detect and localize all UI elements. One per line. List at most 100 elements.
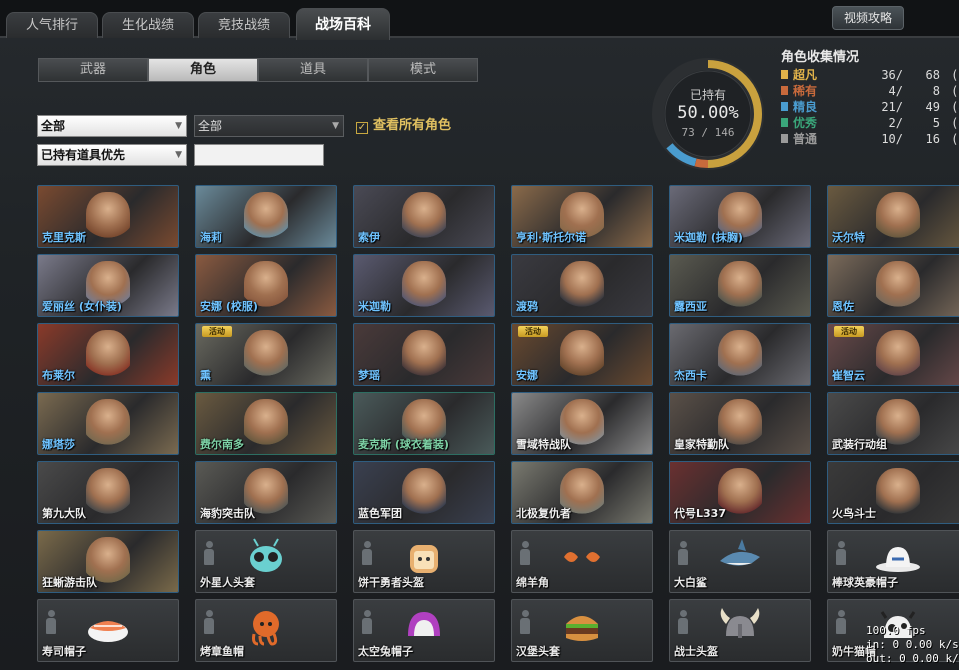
character-card[interactable]: 杰西卡 xyxy=(669,323,811,386)
tab-popularity[interactable]: 人气排行 xyxy=(6,12,98,38)
card-label: 外星人头套 xyxy=(200,576,255,589)
card-label: 娜塔莎 xyxy=(42,438,75,451)
character-portrait xyxy=(86,468,130,516)
total-count: 68 xyxy=(925,68,940,82)
sort-select[interactable]: 已持有道具优先 ▼ xyxy=(37,144,187,166)
subtab-items[interactable]: 道具 xyxy=(258,58,368,82)
card-label: 棒球英豪帽子 xyxy=(832,576,898,589)
character-portrait xyxy=(560,330,604,378)
character-card[interactable]: 安娜 (校服) xyxy=(195,254,337,317)
character-card[interactable]: 火鸟斗士 xyxy=(827,461,959,524)
character-card[interactable]: 代号L337 xyxy=(669,461,811,524)
character-card[interactable]: 第九大队 xyxy=(37,461,179,524)
character-card[interactable]: 麦克斯 (球衣着装) xyxy=(353,392,495,455)
owned-count: 73 / 146 xyxy=(681,126,735,139)
character-card[interactable]: 亨利·斯托尔诺 xyxy=(511,185,653,248)
sushi-icon xyxy=(84,606,132,646)
character-card[interactable]: 布莱尔 xyxy=(37,323,179,386)
search-input[interactable] xyxy=(194,144,324,166)
character-card[interactable]: 北极复仇者 xyxy=(511,461,653,524)
character-card[interactable]: 露西亚 xyxy=(669,254,811,317)
card-label: 北极复仇者 xyxy=(516,507,571,520)
subtab-modes[interactable]: 模式 xyxy=(368,58,478,82)
character-card[interactable]: 寿司帽子 xyxy=(37,599,179,662)
card-label: 火鸟斗士 xyxy=(832,507,876,520)
owned-count: 21/ xyxy=(881,100,903,114)
video-guide-button[interactable]: 视频攻略 xyxy=(832,6,904,30)
event-badge: 活动 xyxy=(834,326,864,337)
character-card[interactable]: 索伊 xyxy=(353,185,495,248)
character-card[interactable]: 太空兔帽子 xyxy=(353,599,495,662)
character-card[interactable]: 烤章鱼帽 xyxy=(195,599,337,662)
card-label: 雪域特战队 xyxy=(516,438,571,451)
character-portrait xyxy=(402,468,446,516)
character-card[interactable]: 克里克斯 xyxy=(37,185,179,248)
character-card[interactable]: 米迦勒 (抹胸) xyxy=(669,185,811,248)
character-card[interactable]: 恩佐 xyxy=(827,254,959,317)
rarity-name: 精良 xyxy=(793,100,818,114)
card-label: 狂蜥游击队 xyxy=(42,576,97,589)
character-card[interactable]: 蓝色军团 xyxy=(353,461,495,524)
card-label: 代号L337 xyxy=(674,507,726,520)
category-select[interactable]: 全部 ▼ xyxy=(37,115,187,137)
octopus-icon xyxy=(242,606,290,646)
rarity-swatch xyxy=(781,86,788,95)
tab-zombie-record[interactable]: 生化战绩 xyxy=(102,12,194,38)
card-label: 布莱尔 xyxy=(42,369,75,382)
character-card[interactable]: 大白鲨 xyxy=(669,530,811,593)
total-count: 5 xyxy=(932,116,940,130)
card-label: 索伊 xyxy=(358,231,380,244)
character-card[interactable]: 外星人头套 xyxy=(195,530,337,593)
subtab-characters[interactable]: 角色 xyxy=(148,58,258,82)
character-card[interactable]: 海莉 xyxy=(195,185,337,248)
person-icon xyxy=(204,610,214,636)
percent: (40% xyxy=(951,116,959,130)
character-card[interactable]: 活动 安娜 xyxy=(511,323,653,386)
event-badge: 活动 xyxy=(518,326,548,337)
bunny-icon xyxy=(400,606,448,646)
rarity-name: 超凡 xyxy=(793,68,818,82)
character-card[interactable]: 娜塔莎 xyxy=(37,392,179,455)
card-label: 战士头盔 xyxy=(674,645,718,658)
character-card[interactable]: 棒球英豪帽子 xyxy=(827,530,959,593)
rarity-select[interactable]: 全部 ▼ xyxy=(194,115,344,137)
character-portrait xyxy=(876,261,920,309)
character-card[interactable]: 皇家特勤队 xyxy=(669,392,811,455)
tab-competitive-record[interactable]: 竞技战绩 xyxy=(198,12,290,38)
character-portrait xyxy=(560,261,604,309)
character-card[interactable]: 米迦勒 xyxy=(353,254,495,317)
owned-count: 2/ xyxy=(888,116,903,130)
tab-encyclopedia[interactable]: 战场百科 xyxy=(296,8,390,40)
character-card[interactable]: 汉堡头套 xyxy=(511,599,653,662)
character-portrait xyxy=(718,261,762,309)
subtab-weapons[interactable]: 武器 xyxy=(38,58,148,82)
character-card[interactable]: 战士头盔 xyxy=(669,599,811,662)
character-card[interactable]: 饼干勇者头盔 xyxy=(353,530,495,593)
character-card[interactable]: 活动熏 xyxy=(195,323,337,386)
bread-icon xyxy=(400,537,448,577)
owned-count: 10/ xyxy=(881,132,903,146)
character-card[interactable]: 梦瑶 xyxy=(353,323,495,386)
character-card[interactable]: 雪域特战队 xyxy=(511,392,653,455)
show-all-characters-checkbox[interactable]: ✓ 查看所有角色 xyxy=(356,114,451,134)
person-icon xyxy=(362,610,372,636)
rarity-select-value: 全部 xyxy=(198,119,223,133)
chevron-down-icon: ▼ xyxy=(332,121,339,131)
character-card[interactable]: 绵羊角 xyxy=(511,530,653,593)
card-label: 绵羊角 xyxy=(516,576,549,589)
character-card[interactable]: 武装行动组 xyxy=(827,392,959,455)
person-icon xyxy=(836,610,846,636)
character-card[interactable]: 活动 崔智云 xyxy=(827,323,959,386)
percent: (52% xyxy=(951,68,959,82)
viking-icon xyxy=(716,606,764,646)
card-label: 崔智云 xyxy=(832,369,865,382)
character-portrait xyxy=(244,192,288,240)
character-card[interactable]: 海豹突击队 xyxy=(195,461,337,524)
character-card[interactable]: 费尔南多 xyxy=(195,392,337,455)
chevron-down-icon: ▼ xyxy=(175,150,182,160)
card-label: 海莉 xyxy=(200,231,222,244)
character-card[interactable]: 狂蜥游击队 xyxy=(37,530,179,593)
character-card[interactable]: 渡鸦 xyxy=(511,254,653,317)
character-card[interactable]: 爱丽丝 (女仆装) xyxy=(37,254,179,317)
character-card[interactable]: 沃尔特 xyxy=(827,185,959,248)
